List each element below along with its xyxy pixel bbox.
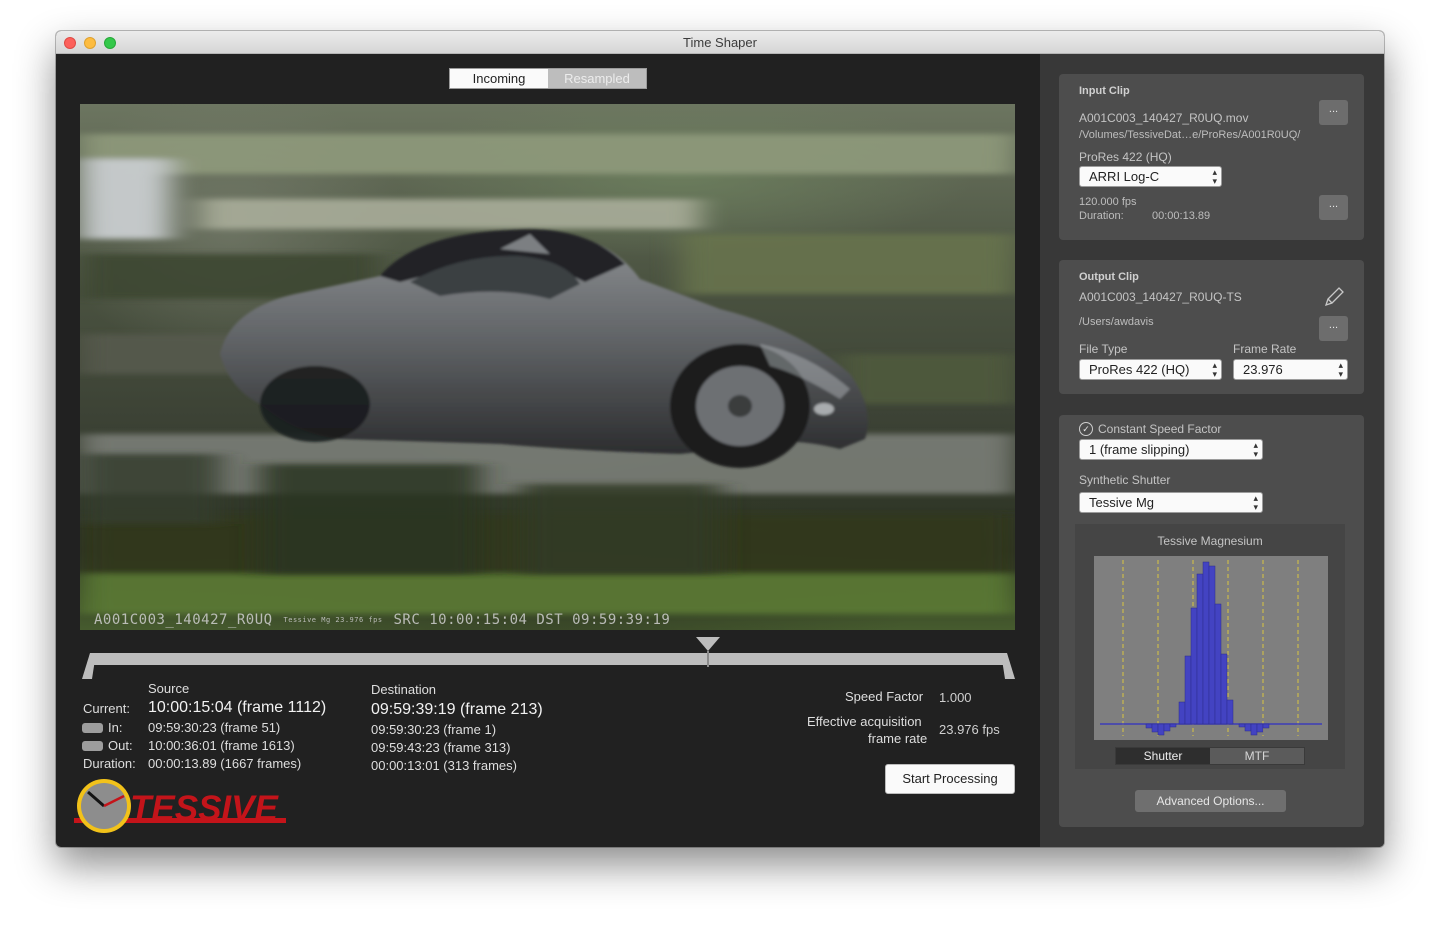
video-preview: A001C003_140427_R0UQ Tessive Mg 23.976 f… (80, 104, 1015, 630)
source-in: 09:59:30:23 (frame 51) (148, 720, 281, 735)
in-label: In: (108, 720, 123, 735)
tab-incoming[interactable]: Incoming (450, 69, 548, 88)
constant-speed-label: Constant Speed Factor (1098, 422, 1222, 436)
frame-rate-label: Frame Rate (1233, 342, 1297, 356)
source-header: Source (148, 681, 190, 696)
out-label: Out: (108, 738, 133, 753)
source-duration: 00:00:13.89 (1667 frames) (148, 756, 302, 771)
tab-mtf[interactable]: MTF (1210, 748, 1304, 764)
frame-rate-value: 23.976 (1243, 362, 1283, 377)
input-clip-filename: A001C003_140427_R0UQ.mov (1079, 111, 1249, 125)
set-out-button[interactable] (82, 741, 103, 751)
burnin-clip-name: A001C003_140427_R0UQ (94, 612, 273, 628)
chevron-updown-icon: ▴ ▾ (1253, 493, 1258, 512)
choose-input-button[interactable]: ... (1319, 100, 1348, 125)
input-clip-header: Input Clip (1079, 85, 1130, 97)
burnin-src-tc: 10:00:15:04 (429, 612, 528, 628)
output-clip-panel: Output Clip A001C003_140427_R0UQ-TS /Use… (1059, 260, 1364, 394)
file-type-value: ProRes 422 (HQ) (1089, 362, 1190, 377)
choose-output-button[interactable]: ... (1319, 316, 1348, 341)
synthetic-shutter-label: Synthetic Shutter (1079, 473, 1171, 487)
view-toggle: Incoming Resampled (449, 68, 647, 89)
input-clip-panel: Input Clip A001C003_140427_R0UQ.mov /Vol… (1059, 74, 1364, 240)
advanced-options-button[interactable]: Advanced Options... (1135, 790, 1286, 812)
speed-factor-label: Speed Factor (845, 689, 924, 704)
output-clip-path: /Users/awdavis (1079, 316, 1154, 328)
output-clip-filename: A001C003_140427_R0UQ-TS (1079, 290, 1242, 304)
chevron-updown-icon: ▴ ▾ (1212, 360, 1217, 379)
timeline-track[interactable] (90, 653, 1007, 665)
playhead-marker[interactable] (696, 637, 720, 651)
chevron-updown-icon: ▴ ▾ (1253, 440, 1258, 459)
speed-mode-value: 1 (frame slipping) (1089, 442, 1190, 457)
car-frame-illustration (80, 134, 1015, 614)
acq-rate-label-line2: frame rate (868, 731, 928, 746)
file-type-label: File Type (1079, 342, 1128, 356)
out-handle[interactable] (1001, 653, 1015, 679)
plot-view-toggle: Shutter MTF (1115, 747, 1305, 765)
input-codec: ProRes 422 (HQ) (1079, 150, 1172, 164)
source-current: 10:00:15:04 (frame 1112) (148, 699, 327, 716)
app-window: Time Shaper Incoming Resampled A001C003_… (56, 31, 1384, 847)
burnin-dst-label: DST (536, 612, 564, 628)
tab-shutter[interactable]: Shutter (1116, 748, 1210, 764)
burnin-badge: Tessive Mg 23.976 fps (283, 616, 383, 624)
shutter-settings-panel: ✓ Constant Speed Factor 1 (frame slippin… (1059, 415, 1364, 827)
playhead-line (707, 651, 709, 667)
shutter-value: Tessive Mg (1089, 495, 1155, 510)
shutter-shape-panel: Tessive Magnesium Shutter MTF (1075, 524, 1345, 769)
file-type-select[interactable]: ProRes 422 (HQ) ▴ ▾ (1079, 359, 1222, 380)
frame-rate-select[interactable]: 23.976 ▴ ▾ (1233, 359, 1348, 380)
input-info-button[interactable]: ... (1319, 195, 1348, 220)
start-processing-button[interactable]: Start Processing (885, 764, 1015, 794)
chevron-updown-icon: ▴ ▾ (1212, 167, 1217, 186)
constant-speed-checkbox[interactable]: ✓ (1079, 422, 1093, 436)
speed-factor-value: 1.000 (939, 690, 972, 705)
burnin-src-label: SRC (393, 612, 421, 628)
destination-out: 09:59:43:23 (frame 313) (371, 740, 511, 755)
input-duration: 00:00:13.89 (1152, 210, 1211, 222)
timeline[interactable] (82, 637, 1015, 681)
colorspace-select[interactable]: ARRI Log-C ▴ ▾ (1079, 166, 1222, 187)
acq-rate-label-line1: Effective acquisition (807, 714, 922, 729)
input-clip-path: /Volumes/TessiveDat…e/ProRes/A001R0UQ/ (1079, 129, 1301, 141)
speed-mode-select[interactable]: 1 (frame slipping) ▴ ▾ (1079, 439, 1263, 460)
title-bar: Time Shaper (56, 31, 1384, 54)
tessive-logo: TESSIVE (74, 776, 289, 834)
shutter-select[interactable]: Tessive Mg ▴ ▾ (1079, 492, 1263, 513)
video-burnin-overlay: A001C003_140427_R0UQ Tessive Mg 23.976 f… (94, 612, 670, 628)
destination-duration: 00:00:13:01 (313 frames) (371, 758, 517, 773)
destination-in: 09:59:30:23 (frame 1) (371, 722, 497, 737)
colorspace-value: ARRI Log-C (1089, 169, 1160, 184)
source-out: 10:00:36:01 (frame 1613) (148, 738, 295, 753)
tab-resampled[interactable]: Resampled (548, 69, 646, 88)
destination-header: Destination (371, 682, 437, 697)
chevron-updown-icon: ▴ ▾ (1338, 360, 1343, 379)
shutter-bars (1145, 561, 1270, 736)
duration-label: Duration: (83, 756, 136, 771)
acq-rate-value: 23.976 fps (939, 722, 1000, 737)
set-in-button[interactable] (82, 723, 103, 733)
shutter-plot (1094, 556, 1328, 740)
pencil-icon[interactable] (1323, 286, 1345, 308)
current-label: Current: (83, 701, 130, 716)
window-title: Time Shaper (683, 35, 757, 50)
destination-current: 09:59:39:19 (frame 213) (371, 701, 543, 718)
input-fps: 120.000 fps (1079, 196, 1137, 208)
logo-wordmark: TESSIVE (130, 789, 279, 828)
input-duration-label: Duration: (1079, 210, 1124, 222)
in-handle[interactable] (82, 653, 96, 679)
settings-sidebar: Input Clip A001C003_140427_R0UQ.mov /Vol… (1040, 54, 1384, 847)
burnin-dst-tc: 09:59:39:19 (572, 612, 671, 628)
output-clip-header: Output Clip (1079, 271, 1139, 283)
plot-title: Tessive Magnesium (1157, 534, 1263, 548)
